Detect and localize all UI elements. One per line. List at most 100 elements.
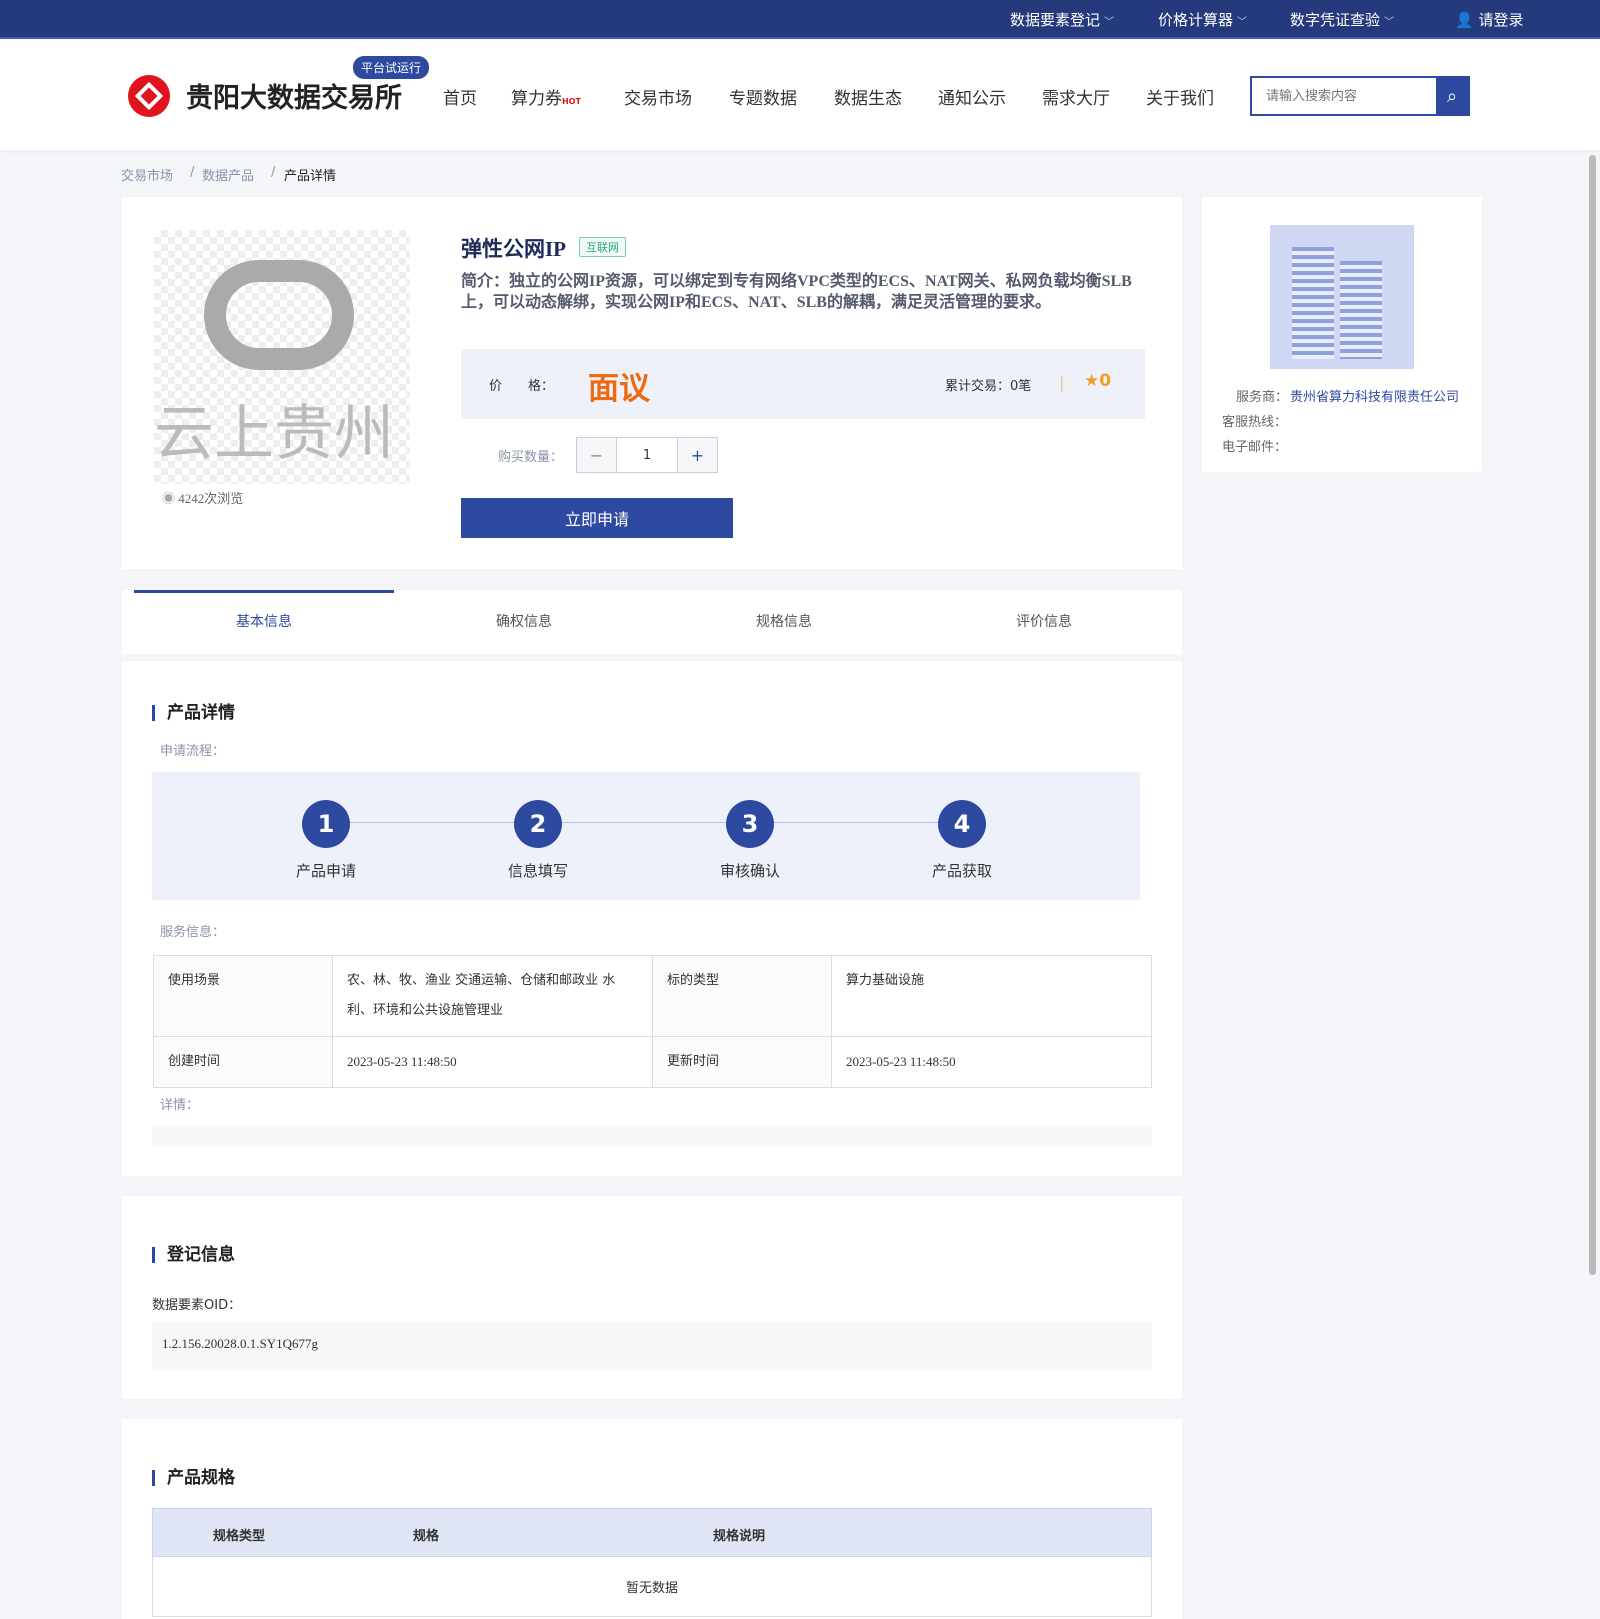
star-icon: ★ xyxy=(1084,371,1100,391)
qty-label: 购买数量： xyxy=(498,450,564,465)
step-3: 3 审核确认 xyxy=(700,800,800,881)
nav-topic-data[interactable]: 专题数据 xyxy=(729,84,797,109)
spec-empty: 暂无数据 xyxy=(152,1557,1152,1617)
label: 请登录 xyxy=(1478,11,1524,29)
spec-table-header: 规格类型 规格 规格说明 xyxy=(152,1508,1152,1557)
nav-home[interactable]: 首页 xyxy=(443,84,477,109)
nav-market[interactable]: 交易市场 xyxy=(624,84,692,109)
search-icon: ⌕ xyxy=(1446,85,1458,106)
category-tag: 互联网 xyxy=(579,237,626,257)
search-button[interactable]: ⌕ xyxy=(1436,78,1468,114)
step-label: 信息填写 xyxy=(507,862,568,880)
oid-label: 数据要素OID： xyxy=(152,1298,242,1313)
hotline-label: 客服热线： xyxy=(1222,415,1288,430)
oid-value: 1.2.156.20028.0.1.SY1Q677g xyxy=(152,1322,1152,1370)
top-bar: 数据要素登记 ﹀ 价格计算器 ﹀ 数字凭证查验 ﹀ 👤 请登录 xyxy=(0,0,1600,39)
price-value: 面议 xyxy=(588,371,650,407)
breadcrumb-current: 产品详情 xyxy=(284,169,337,184)
step-label: 审核确认 xyxy=(719,862,780,880)
product-title: 弹性公网IP xyxy=(461,237,566,261)
detail-content xyxy=(152,1126,1152,1146)
step-number: 4 xyxy=(938,800,986,848)
register-title: 登记信息 xyxy=(152,1247,235,1264)
scrollbar[interactable] xyxy=(1589,155,1596,1275)
quantity-input[interactable]: 1 xyxy=(617,438,677,472)
cell: 2023-05-23 11:48:50 xyxy=(332,1036,653,1088)
label: 累计交易： xyxy=(945,379,1011,394)
service-table: 使用场景 农、林、牧、渔业 交通运输、仓储和邮政业 水利、环境和公共设施管理业 标的… xyxy=(153,955,1152,1088)
rating: ★0 xyxy=(1084,371,1111,391)
cell: 农、林、牧、渔业 交通运输、仓储和邮政业 水利、环境和公共设施管理业 xyxy=(332,955,653,1037)
apply-button[interactable]: 立即申请 xyxy=(461,498,733,538)
label: 价格计算器 xyxy=(1158,11,1234,29)
quantity-stepper: − 1 + xyxy=(576,437,718,473)
product-description: 简介：独立的公网IP资源，可以绑定到专有网络VPC类型的ECS、NAT网关、私网… xyxy=(461,273,1132,311)
watermark: 云上贵州 xyxy=(154,399,394,469)
col-header: 规格说明 xyxy=(713,1529,766,1544)
step-number: 1 xyxy=(302,800,350,848)
tab-review-info[interactable]: 评价信息 xyxy=(914,590,1174,652)
hot-badge: HOT xyxy=(562,97,581,106)
cell: 标的类型 xyxy=(652,955,832,1037)
label: 数据要素登记 xyxy=(1010,11,1101,29)
breadcrumb-sep: / xyxy=(190,165,195,180)
label: 算力券 xyxy=(511,89,562,109)
step-4: 4 产品获取 xyxy=(912,800,1012,881)
value: 0笔 xyxy=(1010,379,1032,394)
spec-title: 产品规格 xyxy=(152,1470,235,1487)
step-label: 产品获取 xyxy=(931,862,992,880)
provider-label: 服务商： xyxy=(1236,390,1289,405)
cell: 更新时间 xyxy=(652,1036,832,1088)
chevron-down-icon: ﹀ xyxy=(1104,17,1115,28)
search-input[interactable] xyxy=(1252,78,1436,114)
breadcrumb-sep: / xyxy=(271,165,276,180)
nav-about[interactable]: 关于我们 xyxy=(1146,84,1214,109)
step-2: 2 信息填写 xyxy=(488,800,588,881)
price-box: 价 格： 面议 累计交易：0笔 | ★0 xyxy=(461,349,1145,419)
step-number: 3 xyxy=(726,800,774,848)
logo-icon[interactable] xyxy=(128,75,170,117)
detail-card xyxy=(122,661,1182,1176)
detail-title: 产品详情 xyxy=(152,705,235,722)
increment-button[interactable]: + xyxy=(677,438,717,472)
col-header: 规格 xyxy=(413,1529,440,1544)
label: 数字凭证查验 xyxy=(1290,11,1381,29)
provider-name[interactable]: 贵州省算力科技有限责任公司 xyxy=(1290,386,1459,405)
breadcrumb-market[interactable]: 交易市场 xyxy=(121,165,173,184)
login-link[interactable]: 👤 请登录 xyxy=(1455,9,1523,30)
more-label: 详情： xyxy=(160,1098,200,1113)
price-label: 价 格： xyxy=(489,379,555,394)
topbar-data-register[interactable]: 数据要素登记 ﹀ xyxy=(1010,9,1114,30)
step-number: 2 xyxy=(514,800,562,848)
trade-count: 累计交易：0笔 xyxy=(945,375,1031,394)
step-1: 1 产品申请 xyxy=(276,800,376,881)
user-icon: 👤 xyxy=(1455,11,1474,29)
decrement-button[interactable]: − xyxy=(577,438,617,472)
tab-spec-info[interactable]: 规格信息 xyxy=(654,590,914,652)
brand-name[interactable]: 贵阳大数据交易所 xyxy=(186,76,402,115)
col-header: 规格类型 xyxy=(213,1529,266,1544)
breadcrumb-products[interactable]: 数据产品 xyxy=(202,165,254,184)
tab-basic-info[interactable]: 基本信息 xyxy=(134,590,394,652)
divider: | xyxy=(1059,373,1065,392)
service-label: 服务信息： xyxy=(160,925,226,940)
flow-line xyxy=(326,822,962,823)
topbar-certificate-check[interactable]: 数字凭证查验 ﹀ xyxy=(1290,9,1394,30)
nav-notice[interactable]: 通知公示 xyxy=(938,84,1006,109)
building-icon xyxy=(1270,225,1414,369)
nav-compute-voucher[interactable]: 算力券HOT xyxy=(511,84,581,109)
label: 4242次浏览 xyxy=(178,491,244,506)
flow-label: 申请流程： xyxy=(160,744,226,759)
table-row: 使用场景 农、林、牧、渔业 交通运输、仓储和邮政业 水利、环境和公共设施管理业 标的… xyxy=(153,955,1152,1037)
step-label: 产品申请 xyxy=(295,862,356,880)
topbar-price-calculator[interactable]: 价格计算器 ﹀ xyxy=(1158,9,1247,30)
chevron-down-icon: ﹀ xyxy=(1237,17,1248,28)
cell: 创建时间 xyxy=(153,1036,333,1088)
nav-ecosystem[interactable]: 数据生态 xyxy=(834,84,902,109)
tab-rights-info[interactable]: 确权信息 xyxy=(394,590,654,652)
view-count: ◉ 4242次浏览 xyxy=(162,488,243,507)
chevron-down-icon: ﹀ xyxy=(1384,17,1395,28)
eye-icon: ◉ xyxy=(162,491,176,506)
product-image: 云上贵州 xyxy=(154,230,410,484)
nav-demand[interactable]: 需求大厅 xyxy=(1042,84,1110,109)
